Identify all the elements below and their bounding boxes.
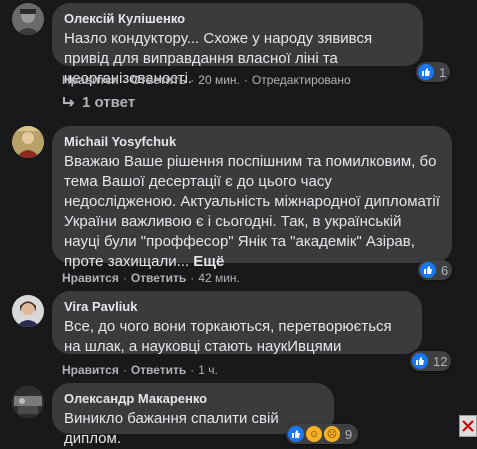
comment-author[interactable]: Олексій Кулішенко [64,11,411,27]
like-link[interactable]: Нравится [62,271,119,285]
edited-label: Отредактировано [251,73,351,87]
comment-author[interactable]: Michail Yosyfchuk [64,134,440,150]
comment-text: Виникло бажання спалити свій диплом. [64,410,279,447]
reply-link[interactable]: Ответить [131,271,186,285]
comment-text: Вважаю Ваше рішення поспішним та помилко… [64,153,440,270]
avatar[interactable] [12,386,44,418]
reply-arrow-icon [63,96,75,107]
comment-actions: Нравится · Ответить · 42 мин. [62,271,240,285]
like-icon [288,426,304,442]
broken-image-icon [459,415,477,437]
comment-text: Все, до чого вони торкаються, перетворює… [64,318,392,355]
like-icon [420,262,436,278]
reply-link[interactable]: Ответить [131,363,186,377]
reaction-count[interactable]: ☺ ☹ 9 [286,424,359,444]
see-more-link[interactable]: Ещё [193,253,224,270]
comment-author[interactable]: Олександр Макаренко [64,391,322,407]
comment-time[interactable]: 1 ч. [198,363,218,377]
view-replies-link[interactable]: 1 ответ [62,94,135,111]
sad-icon: ☹ [323,425,341,443]
comment-time[interactable]: 42 мин. [198,271,240,285]
comment-author[interactable]: Vira Pavliuk [64,299,410,315]
avatar[interactable] [12,126,44,158]
comment-actions: Нравится · Ответить · 1 ч. [62,363,218,377]
avatar[interactable] [12,295,44,327]
reaction-count[interactable]: 1 [416,62,451,82]
comment-actions: Нравится · Ответить · 20 мин. · Отредактирован… [62,73,351,87]
haha-icon: ☺ [305,425,323,443]
comment-bubble: Олексій Кулішенко Назло кондуктору... Сх… [52,3,423,87]
comment-time[interactable]: 20 мин. [198,73,240,87]
like-icon [412,353,428,369]
like-link[interactable]: Нравится [62,363,119,377]
reaction-count[interactable]: 6 [418,260,453,280]
avatar[interactable] [12,3,44,35]
like-icon [418,64,434,80]
like-link[interactable]: Нравится [62,73,119,87]
comment-bubble: Michail Yosyfchuk Вважаю Ваше рішення по… [52,126,452,270]
reaction-count[interactable]: 12 [410,351,452,371]
comment-bubble: Vira Pavliuk Все, до чого вони торкаютьс… [52,291,422,355]
reply-link[interactable]: Ответить [131,73,186,87]
